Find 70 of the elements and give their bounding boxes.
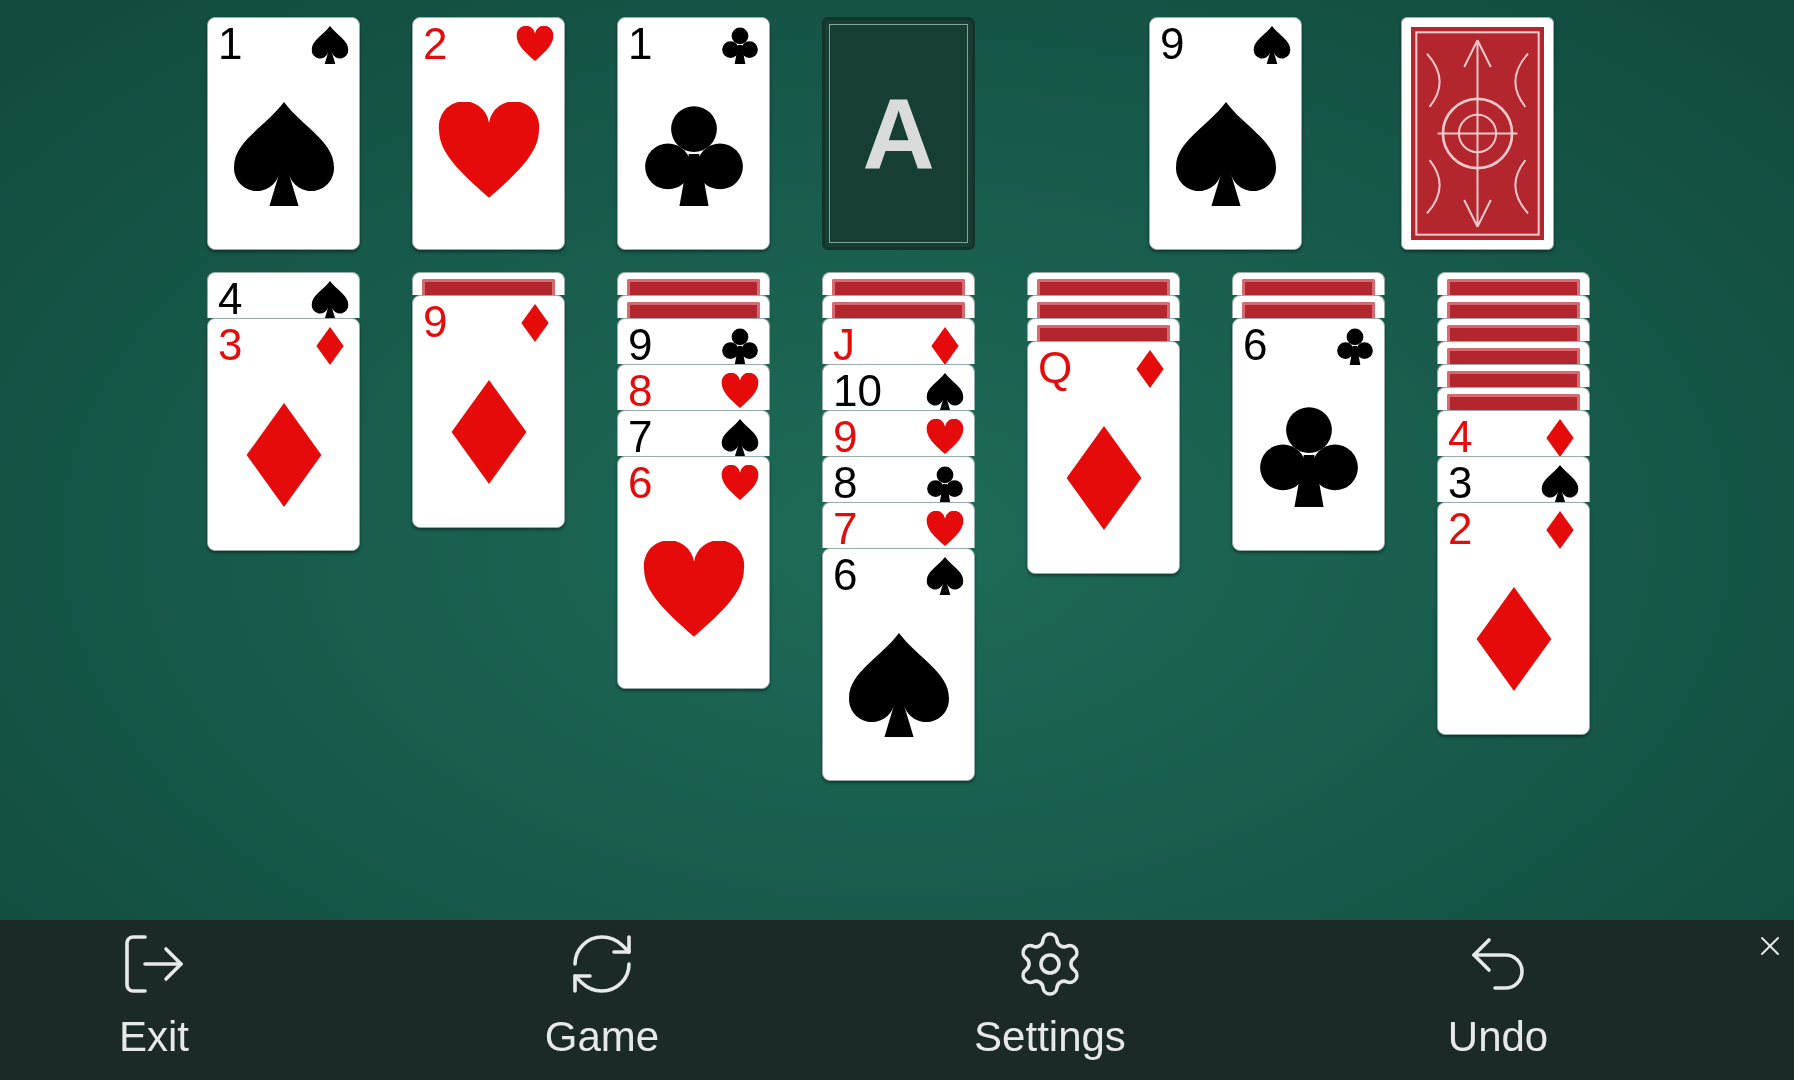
card-rank: 4 <box>1448 413 1473 456</box>
toolbar-button[interactable]: Settings <box>964 920 1136 1080</box>
playing-card[interactable]: 6 <box>1232 318 1385 551</box>
card-rank: 2 <box>423 20 448 68</box>
playing-card[interactable]: 9 <box>1149 17 1302 250</box>
playing-card[interactable]: 7 <box>617 410 770 456</box>
spade-icon <box>846 632 951 737</box>
card-rank: 1 <box>628 20 653 68</box>
card-rank: 4 <box>218 275 243 318</box>
card-rank: 3 <box>1448 459 1473 502</box>
spade-icon <box>231 101 336 206</box>
playing-card[interactable]: 1 <box>617 17 770 250</box>
heart-icon <box>926 511 964 548</box>
heart-icon <box>721 373 759 410</box>
card-rank: 6 <box>1243 321 1268 369</box>
card-rank: 2 <box>1448 505 1473 553</box>
club-icon <box>721 26 759 64</box>
playing-card[interactable]: 4 <box>207 272 360 318</box>
card-rank: 6 <box>628 459 653 507</box>
spade-icon <box>926 557 964 595</box>
card-rank: 1 <box>218 20 243 68</box>
playing-card[interactable]: 8 <box>822 456 975 502</box>
card-rank: 7 <box>833 505 858 548</box>
card-rank: J <box>833 321 855 364</box>
spade-icon <box>1173 101 1278 206</box>
playing-card[interactable]: 9 <box>822 410 975 456</box>
spade-icon <box>926 373 964 410</box>
foundation-label: A <box>862 76 935 192</box>
playing-card[interactable]: 4 <box>1437 410 1590 456</box>
card-rank: 9 <box>423 298 448 346</box>
playing-card[interactable]: 9 <box>617 318 770 364</box>
card-rank: 8 <box>628 367 653 410</box>
spade-icon <box>311 281 349 318</box>
club-icon <box>1336 327 1374 365</box>
playing-card[interactable]: 3 <box>207 318 360 551</box>
spade-icon <box>721 419 759 456</box>
card-rank: 9 <box>833 413 858 456</box>
heart-icon <box>516 26 554 64</box>
card-rank: 6 <box>833 551 858 599</box>
card-back[interactable] <box>1401 17 1554 250</box>
playing-card[interactable]: 10 <box>822 364 975 410</box>
club-icon <box>926 465 964 502</box>
playing-card[interactable]: Q <box>1027 341 1180 574</box>
spade-icon <box>1253 26 1291 64</box>
playing-card[interactable]: 8 <box>617 364 770 410</box>
playing-card[interactable]: J <box>822 318 975 364</box>
playing-card[interactable]: 2 <box>1437 502 1590 735</box>
toolbar-button[interactable]: Undo <box>1437 920 1559 1080</box>
playing-card[interactable]: 9 <box>412 295 565 528</box>
card-rank: 9 <box>1160 20 1185 68</box>
heart-icon <box>721 465 759 503</box>
playing-card[interactable]: 3 <box>1437 456 1590 502</box>
playing-card[interactable]: 6 <box>617 456 770 689</box>
card-rank: 8 <box>833 459 858 502</box>
heart-icon <box>926 419 964 456</box>
card-rank: 7 <box>628 413 653 456</box>
card-rank: 9 <box>628 321 653 364</box>
club-icon <box>721 327 759 364</box>
empty-foundation[interactable]: A <box>822 17 975 250</box>
playing-card[interactable]: 6 <box>822 548 975 781</box>
playing-card[interactable]: 2 <box>412 17 565 250</box>
card-rank: 3 <box>218 321 243 369</box>
toolbar-button[interactable]: Game <box>534 920 670 1080</box>
playing-card[interactable]: 1 <box>207 17 360 250</box>
spade-icon <box>311 26 349 64</box>
toolbar-button[interactable]: Exit <box>108 920 200 1080</box>
card-rank: Q <box>1038 344 1073 392</box>
spade-icon <box>1541 465 1579 502</box>
playing-card[interactable]: 7 <box>822 502 975 548</box>
card-rank: 10 <box>833 367 882 410</box>
